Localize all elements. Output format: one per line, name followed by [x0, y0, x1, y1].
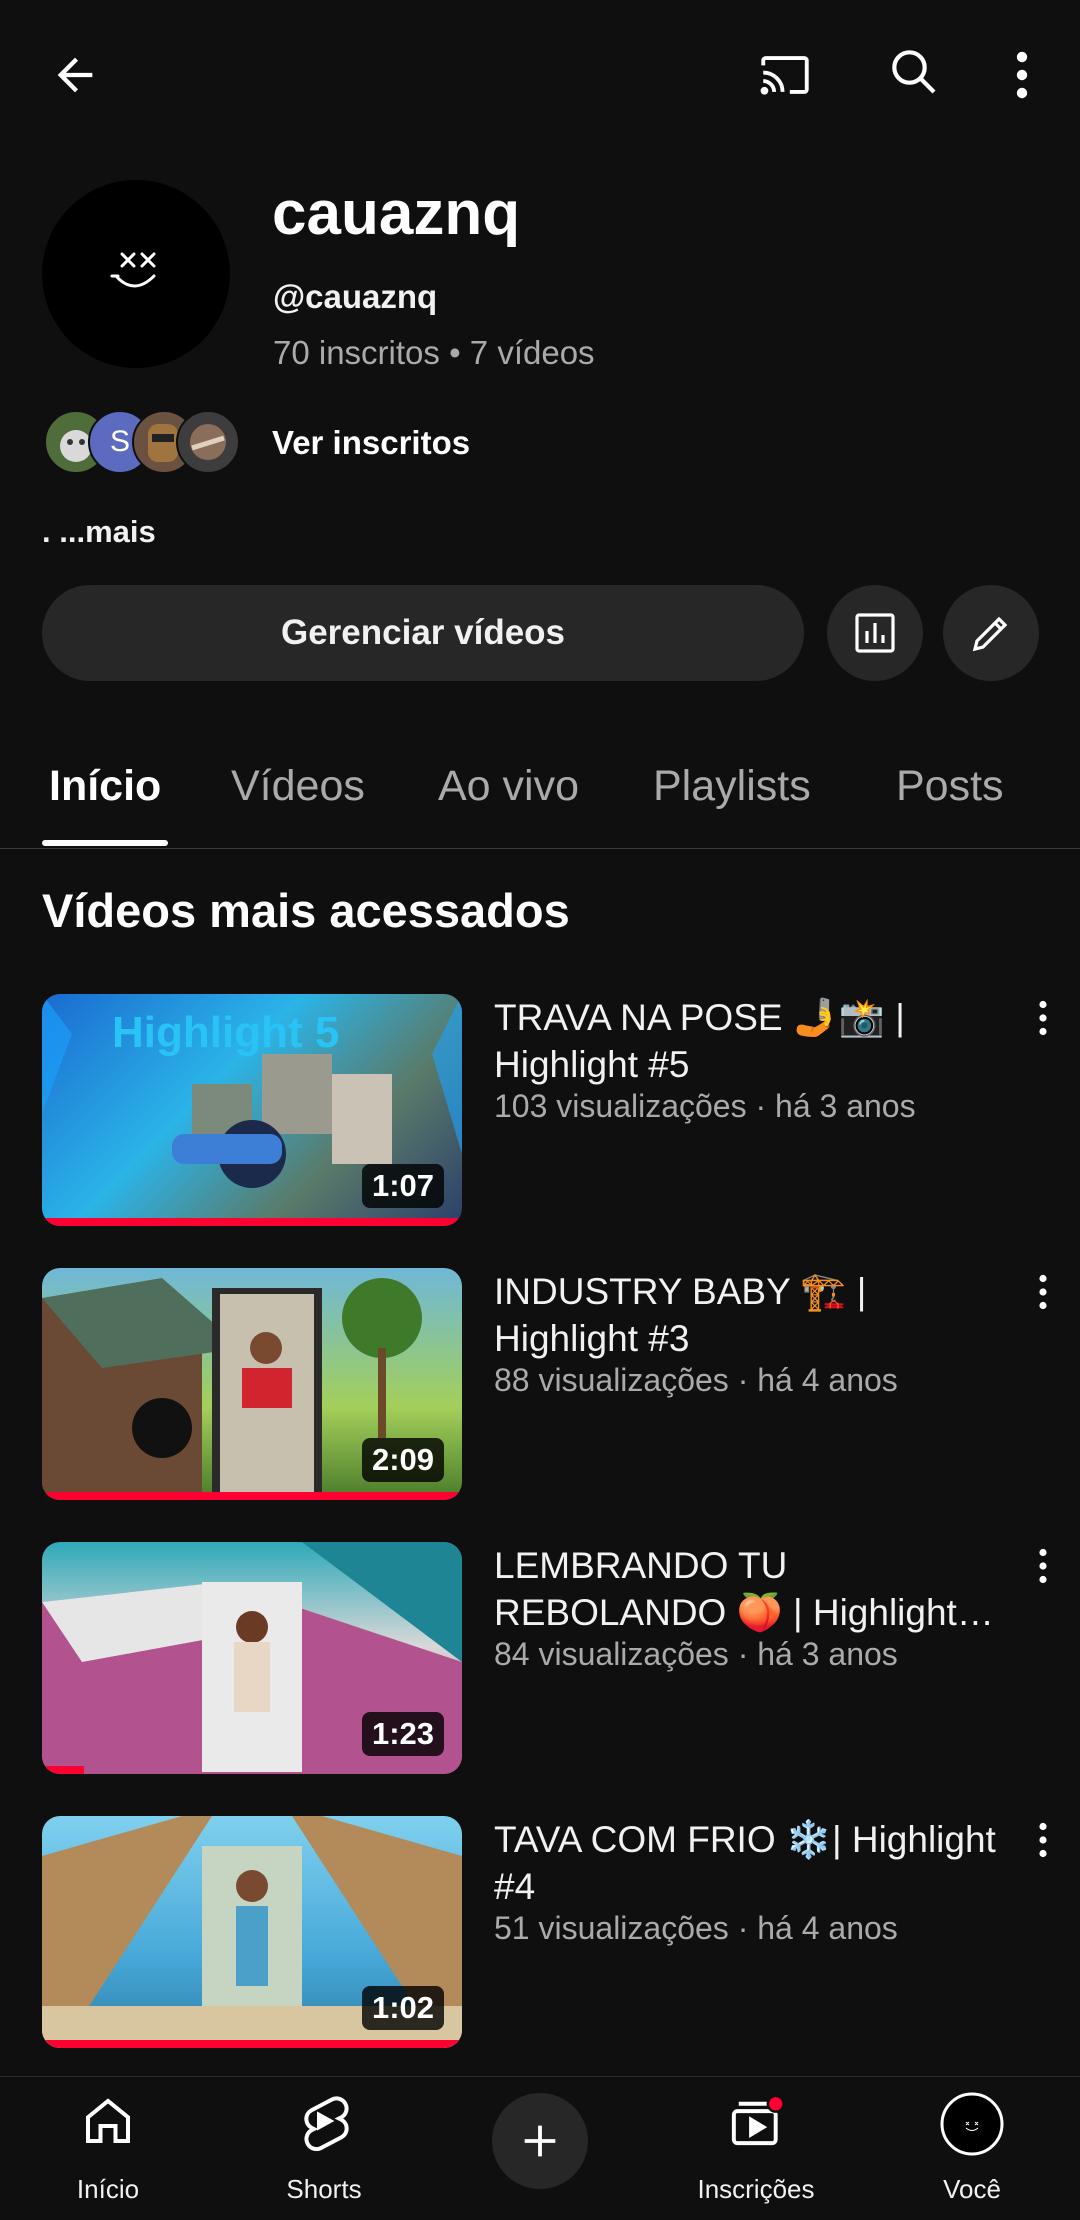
nav-label: Você	[943, 2174, 1001, 2204]
tab-inicio[interactable]: Início	[49, 762, 161, 811]
subscriber-avatar-letter: S	[109, 425, 130, 458]
manage-videos-button[interactable]: Gerenciar vídeos	[42, 585, 804, 681]
video-more-icon[interactable]	[1028, 1274, 1058, 1334]
video-title[interactable]: TRAVA NA POSE 🤳📸 | Highlight #5	[494, 994, 1014, 1088]
subscriber-avatars[interactable]: S	[44, 410, 254, 474]
channel-avatar[interactable]	[42, 180, 230, 368]
description-more-link[interactable]: . ...mais	[42, 514, 156, 550]
video-meta: 84 visualizações · há 3 anos	[494, 1636, 898, 1672]
channel-handle: @cauaznq	[273, 278, 438, 315]
tab-videos[interactable]: Vídeos	[231, 762, 365, 811]
edit-channel-button[interactable]	[943, 585, 1039, 681]
video-item[interactable]: Highlight 5 1:07 TRAVA NA POSE 🤳📸 | High…	[0, 994, 1080, 1229]
video-more-icon[interactable]	[1028, 1822, 1058, 1882]
video-more-icon[interactable]	[1028, 1000, 1058, 1060]
watch-progress-bar	[42, 1766, 84, 1774]
video-item[interactable]: 2:09 INDUSTRY BABY 🏗️ | Highlight #3 88 …	[0, 1268, 1080, 1503]
video-item[interactable]: 1:23 LEMBRANDO TU REBOLANDO 🍑 | Highligh…	[0, 1542, 1080, 1777]
section-title: Vídeos mais acessados	[42, 884, 570, 937]
video-title[interactable]: INDUSTRY BABY 🏗️ | Highlight #3	[494, 1268, 1014, 1362]
watch-progress-bar	[42, 1492, 462, 1500]
active-tab-indicator	[42, 840, 168, 846]
video-more-icon[interactable]	[1028, 1548, 1058, 1608]
cast-icon[interactable]	[750, 40, 820, 110]
video-thumbnail[interactable]: 1:23	[42, 1542, 462, 1774]
subscriber-avatar	[176, 410, 240, 474]
create-plus-icon	[524, 2125, 556, 2157]
create-button[interactable]	[492, 2093, 588, 2189]
video-title[interactable]: LEMBRANDO TU REBOLANDO 🍑 | Highlight…	[494, 1542, 1014, 1636]
video-thumbnail[interactable]: Highlight 5 1:07	[42, 994, 462, 1226]
back-arrow-icon[interactable]	[40, 40, 110, 110]
nav-label: Shorts	[286, 2174, 362, 2204]
nav-inscricoes[interactable]: Inscrições	[656, 2077, 856, 2220]
thumbnail-text: Highlight 5	[112, 1008, 340, 1057]
tab-playlists[interactable]: Playlists	[653, 762, 811, 811]
nav-inicio[interactable]: Início	[8, 2077, 208, 2220]
tab-ao-vivo[interactable]: Ao vivo	[438, 762, 579, 811]
video-duration: 1:07	[361, 1164, 444, 1208]
search-icon[interactable]	[878, 36, 948, 106]
nav-shorts[interactable]: Shorts	[224, 2077, 424, 2220]
bottom-navigation: Início Shorts Inscrições Você	[0, 2076, 1080, 2220]
video-meta: 103 visualizações · há 3 anos	[494, 1088, 916, 1124]
more-vert-icon[interactable]	[1000, 40, 1044, 110]
video-meta: 51 visualizações · há 4 anos	[494, 1910, 898, 1946]
video-title[interactable]: TAVA COM FRIO ❄️| Highlight #4	[494, 1816, 1014, 1910]
watch-progress-bar	[42, 2040, 462, 2048]
home-icon	[8, 2091, 208, 2151]
video-thumbnail[interactable]: 1:02	[42, 1816, 462, 2048]
view-subscribers-link[interactable]: Ver inscritos	[272, 424, 470, 462]
channel-name: cauaznq	[272, 179, 521, 248]
video-meta: 88 visualizações · há 4 anos	[494, 1362, 898, 1398]
shorts-icon	[224, 2091, 424, 2151]
tab-posts[interactable]: Posts	[896, 762, 1004, 811]
video-duration: 1:02	[361, 1986, 444, 2030]
nav-label: Início	[76, 2174, 140, 2204]
profile-avatar-icon	[872, 2091, 1072, 2157]
video-duration: 2:09	[361, 1438, 444, 1482]
nav-voce[interactable]: Você	[872, 2077, 1072, 2220]
channel-tabs: Início Vídeos Ao vivo Playlists Posts	[0, 740, 1080, 849]
video-thumbnail[interactable]: 2:09	[42, 1268, 462, 1500]
nav-label: Inscrições	[697, 2174, 815, 2204]
analytics-icon	[855, 613, 895, 653]
video-duration: 1:23	[361, 1712, 444, 1756]
analytics-button[interactable]	[827, 585, 923, 681]
subscriptions-icon	[656, 2091, 856, 2151]
pencil-icon	[972, 616, 1008, 652]
channel-stats: 70 inscritos • 7 vídeos	[273, 334, 595, 371]
video-item[interactable]: 1:02 TAVA COM FRIO ❄️| Highlight #4 51 v…	[0, 1816, 1080, 2051]
watch-progress-bar	[42, 1218, 462, 1226]
